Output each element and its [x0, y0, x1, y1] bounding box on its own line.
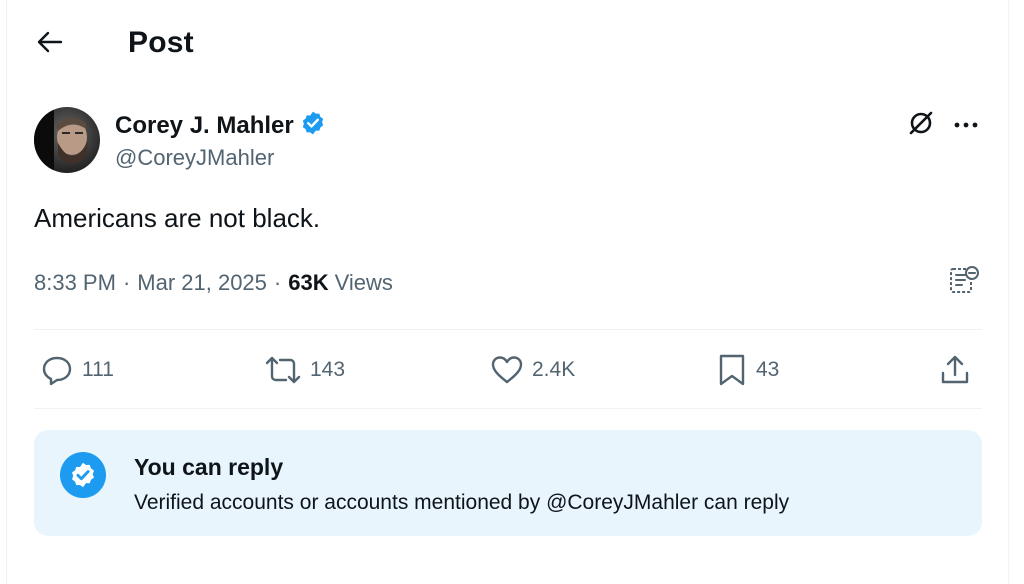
post-text: Americans are not black. [34, 203, 321, 233]
back-button[interactable] [30, 26, 70, 62]
reply-count: 111 [82, 358, 114, 381]
top-bar: Post [0, 0, 1024, 90]
reply-restriction-notice: You can reply Verified accounts or accou… [34, 430, 982, 536]
author-name-row: Corey J. Mahler [115, 110, 326, 141]
views-label: Views [334, 270, 393, 295]
post-analytics-icon [948, 264, 980, 301]
post-analytics-button[interactable] [944, 264, 984, 300]
more-options-button[interactable] [948, 110, 984, 140]
heart-icon [490, 354, 524, 386]
repost-icon [264, 354, 302, 386]
repost-count: 143 [310, 358, 346, 381]
arrow-left-icon [37, 31, 63, 58]
views-count: 63K [288, 270, 329, 295]
repost-button[interactable]: 143 [264, 350, 345, 390]
post-time[interactable]: 8:33 PM [34, 270, 116, 296]
reply-bubble-icon [40, 354, 74, 386]
grok-icon [906, 108, 936, 143]
verified-badge-icon[interactable] [300, 110, 326, 141]
avatar[interactable] [34, 107, 100, 173]
meta-separator: · [122, 270, 131, 295]
author-handle[interactable]: @CoreyJMahler [115, 145, 274, 171]
grok-button[interactable] [903, 110, 939, 140]
like-count: 2.4K [532, 358, 576, 381]
reply-notice-title: You can reply [134, 454, 284, 480]
bookmark-button[interactable]: 43 [716, 350, 779, 390]
divider [34, 408, 982, 409]
reply-notice-subtitle: Verified accounts or accounts mentioned … [134, 491, 790, 514]
author-display-name[interactable]: Corey J. Mahler [115, 112, 294, 140]
post-date[interactable]: Mar 21, 2025 [137, 270, 267, 296]
more-horizontal-icon [953, 116, 979, 134]
bookmark-count: 43 [756, 358, 780, 381]
reply-button[interactable]: 111 [40, 350, 114, 390]
like-button[interactable]: 2.4K [490, 350, 575, 390]
divider [34, 329, 982, 330]
page-title: Post [128, 26, 194, 59]
meta-separator: · [273, 270, 282, 295]
share-icon [938, 353, 972, 387]
verified-badge-icon [60, 452, 106, 498]
post-meta: 8:33 PM · Mar 21, 2025 · 63K Views [34, 270, 393, 296]
bookmark-icon [716, 353, 748, 387]
share-button[interactable] [938, 350, 972, 390]
